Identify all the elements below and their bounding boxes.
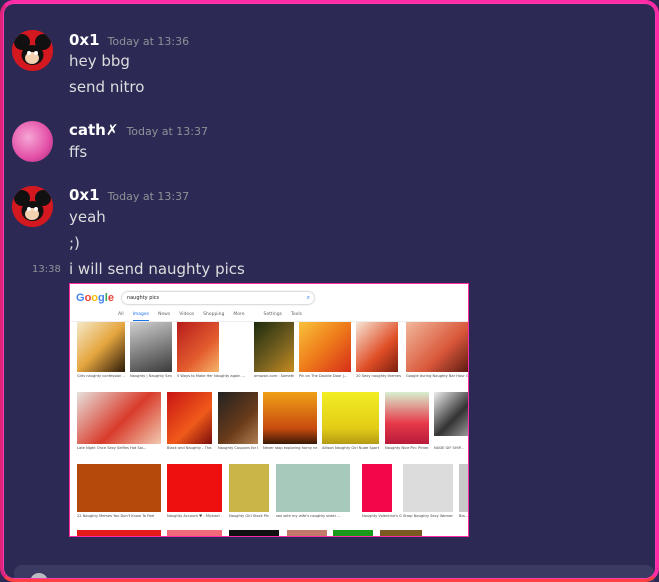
result-thumbnail[interactable]: [333, 530, 373, 536]
result-thumbnail[interactable]: [459, 464, 468, 512]
search-tabs: All Images News Videos Shopping More Set…: [70, 312, 468, 322]
result-caption: 22 Naughty Memes You Don't Know To Feel: [77, 514, 155, 518]
result-thumbnail[interactable]: [77, 322, 125, 372]
avatar-0x1[interactable]: [12, 30, 53, 71]
tab-settings[interactable]: Settings: [263, 312, 281, 321]
tab-more[interactable]: More: [233, 312, 244, 321]
result-caption: NUDE GIF SHIP...: [434, 446, 464, 450]
message-header: 0x1 Today at 13:37: [69, 186, 189, 204]
message-text: ;): [69, 234, 80, 252]
result-caption: Google during Naughty Bar Hour Guide: [406, 374, 468, 378]
message-text: send nitro: [69, 78, 145, 96]
result-caption: Naughty Coupons for H...: [218, 446, 258, 450]
search-query: naughty pics: [126, 295, 160, 301]
add-attachment-icon[interactable]: [30, 573, 48, 582]
avatar-0x1[interactable]: [12, 186, 53, 227]
result-thumbnail[interactable]: [254, 322, 294, 372]
result-caption: Strop Naughty Sexy Women...: [403, 514, 453, 518]
message-header: cath✗ Today at 13:37: [69, 121, 208, 139]
result-thumbnail[interactable]: [229, 530, 279, 536]
result-thumbnail[interactable]: [167, 464, 222, 512]
message-header: 0x1 Today at 13:36: [69, 31, 189, 49]
result-thumbnail[interactable]: [263, 392, 317, 444]
result-thumbnail[interactable]: [77, 464, 161, 512]
message-text: hey bbg: [69, 52, 130, 70]
result-caption: Pin on The Double Door |...: [299, 374, 348, 378]
image-attachment[interactable]: Google naughty pics ⌕ All Images News Vi…: [69, 283, 469, 537]
tab-news[interactable]: News: [158, 312, 170, 321]
result-thumbnail[interactable]: [130, 322, 172, 372]
result-caption: 20 Sexy naughty themes ...: [356, 374, 402, 378]
result-caption: Girls naughty confession ...: [77, 374, 125, 378]
result-caption: amazon.com : Someth...: [254, 374, 294, 378]
mouse-avatar-icon: [12, 30, 53, 71]
search-bar-row: Google naughty pics ⌕: [70, 284, 468, 312]
result-thumbnail[interactable]: [218, 392, 258, 444]
result-thumbnail[interactable]: [322, 392, 379, 444]
message-text: yeah: [69, 208, 106, 226]
username[interactable]: 0x1: [69, 31, 100, 49]
username[interactable]: cath✗: [69, 121, 118, 139]
tab-all[interactable]: All: [118, 312, 124, 321]
message-timestamp: Today at 13:36: [107, 35, 190, 48]
tab-tools[interactable]: Tools: [291, 312, 302, 321]
avatar-cath[interactable]: [12, 121, 53, 162]
tab-videos[interactable]: Videos: [179, 312, 194, 321]
result-caption: Bla...: [459, 514, 469, 518]
message-input-bar[interactable]: [14, 565, 654, 582]
result-caption: Never stop exploring horny nes...: [263, 446, 317, 450]
message-timestamp: Today at 13:37: [126, 125, 208, 138]
message-timestamp: Today at 13:37: [107, 190, 190, 203]
message-text: i will send naughty pics: [69, 260, 245, 278]
result-thumbnail[interactable]: [177, 322, 219, 372]
result-caption: Naughty Valentine's Ga...: [362, 514, 402, 518]
result-caption: Naughty | Naughty Sen...: [130, 374, 172, 378]
message-text: ffs: [69, 143, 88, 161]
tab-images[interactable]: Images: [132, 312, 150, 321]
result-caption: sex with my wife's naughty sister ...: [276, 514, 341, 518]
result-thumbnail[interactable]: [299, 322, 351, 372]
result-thumbnail[interactable]: [434, 392, 468, 436]
result-caption: Allison Naughty Girl Nude Sports ...: [322, 446, 379, 450]
result-thumbnail[interactable]: [385, 392, 429, 444]
result-thumbnail[interactable]: [229, 464, 269, 512]
username[interactable]: 0x1: [69, 186, 100, 204]
result-caption: 5 Ways to Make Her Naughty again ...: [177, 374, 245, 378]
result-caption: Black and Naughty - The...: [167, 446, 212, 450]
search-input[interactable]: naughty pics ⌕: [122, 292, 314, 304]
result-thumbnail[interactable]: [287, 530, 327, 536]
mouse-avatar-icon: [12, 186, 53, 227]
result-caption: Naughty Account ♥ - Michael ...: [167, 514, 222, 518]
result-caption: Naughty Nice Pin: Pinter...: [385, 446, 429, 450]
tab-shopping[interactable]: Shopping: [203, 312, 224, 321]
result-thumbnail[interactable]: [362, 464, 392, 512]
result-thumbnail[interactable]: [380, 530, 422, 536]
hover-timestamp: 13:38: [32, 264, 61, 275]
result-caption: Naughty Girl Stock Pho...: [229, 514, 269, 518]
result-thumbnail[interactable]: [403, 464, 453, 512]
result-thumbnail[interactable]: [77, 530, 161, 536]
result-thumbnail[interactable]: [167, 530, 222, 536]
result-thumbnail[interactable]: [167, 392, 212, 444]
search-icon[interactable]: ⌕: [307, 294, 310, 302]
result-thumbnail[interactable]: [356, 322, 398, 372]
result-thumbnail[interactable]: [406, 322, 468, 372]
result-caption: Late Night Once Sexy Selfies Hot Sol...: [77, 446, 147, 450]
google-logo: Google: [76, 292, 114, 304]
result-thumbnail[interactable]: [77, 392, 161, 444]
result-thumbnail[interactable]: [276, 464, 350, 512]
